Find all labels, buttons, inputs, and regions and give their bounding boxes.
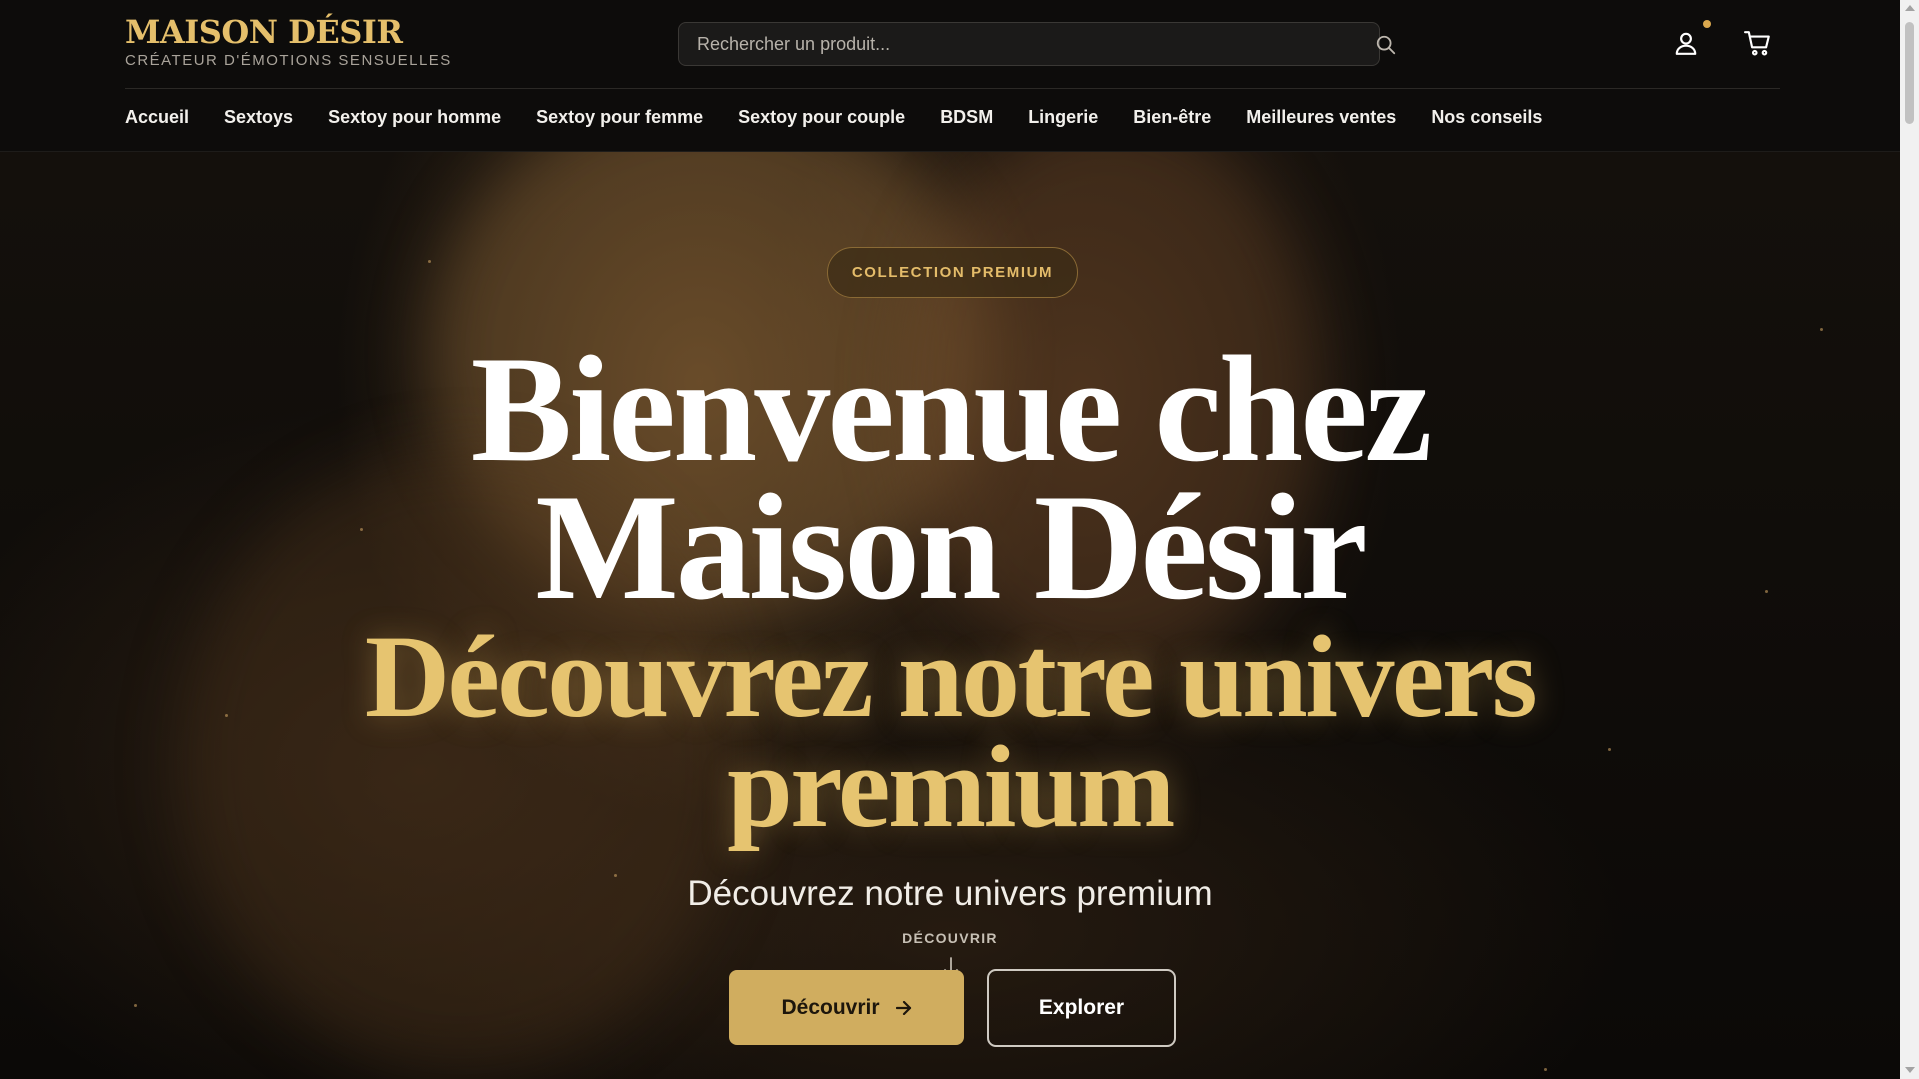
hero-title-line-2: Maison Désir xyxy=(535,463,1367,631)
hero-subtitle-line-1: Découvrez notre univers xyxy=(364,611,1538,742)
hero-section: COLLECTION PREMIUM Bienvenue chez Maison… xyxy=(0,152,1900,1079)
account-notification-dot xyxy=(1703,20,1711,28)
scroll-hint-label[interactable]: DÉCOUVRIR xyxy=(0,930,1900,946)
search-icon[interactable] xyxy=(1375,34,1397,56)
logo[interactable]: MAISON DÉSIR CRÉATEUR D'ÉMOTIONS SENSUEL… xyxy=(125,12,452,70)
hero-title-line-1: Bienvenue chez xyxy=(470,325,1433,493)
nav-item-nos-conseils[interactable]: Nos conseils xyxy=(1431,107,1542,128)
logo-tagline: CRÉATEUR D'ÉMOTIONS SENSUELLES xyxy=(125,52,452,69)
particle xyxy=(1544,1068,1547,1071)
nav-item-sextoy-femme[interactable]: Sextoy pour femme xyxy=(536,107,703,128)
explorer-button[interactable]: Explorer xyxy=(987,969,1176,1047)
hero-subtitle-line-2: premium xyxy=(727,721,1175,852)
search-box xyxy=(678,22,1380,66)
main-nav: Accueil Sextoys Sextoy pour homme Sextoy… xyxy=(125,107,1577,128)
user-icon[interactable] xyxy=(1673,30,1699,56)
particle xyxy=(428,260,431,263)
page-scrollbar[interactable] xyxy=(1900,0,1919,1079)
particle xyxy=(1820,328,1823,331)
nav-item-bdsm[interactable]: BDSM xyxy=(940,107,993,128)
logo-title: MAISON DÉSIR xyxy=(125,13,403,51)
scrollbar-thumb[interactable] xyxy=(1905,22,1914,124)
cart-icon[interactable] xyxy=(1744,30,1772,56)
nav-item-sextoys[interactable]: Sextoys xyxy=(224,107,293,128)
particle xyxy=(134,1004,137,1007)
decouvrir-button-label: Découvrir xyxy=(781,995,880,1019)
hero-tagline: Découvrez notre univers premium xyxy=(687,874,1213,913)
nav-item-sextoy-couple[interactable]: Sextoy pour couple xyxy=(738,107,905,128)
site-header: MAISON DÉSIR CRÉATEUR D'ÉMOTIONS SENSUEL… xyxy=(0,0,1900,152)
decouvrir-button[interactable]: Découvrir xyxy=(729,970,964,1045)
explorer-button-label: Explorer xyxy=(1038,996,1125,1019)
nav-item-accueil[interactable]: Accueil xyxy=(125,107,189,128)
scroll-down-arrow-icon[interactable] xyxy=(1905,1067,1915,1073)
hero-title: Bienvenue chez Maison Désir xyxy=(0,325,1900,631)
nav-item-bien-etre[interactable]: Bien-être xyxy=(1133,107,1211,128)
arrow-right-icon xyxy=(895,1000,911,1015)
nav-item-sextoy-homme[interactable]: Sextoy pour homme xyxy=(328,107,501,128)
nav-item-lingerie[interactable]: Lingerie xyxy=(1028,107,1098,128)
header-top-bar: MAISON DÉSIR CRÉATEUR D'ÉMOTIONS SENSUEL… xyxy=(125,0,1780,89)
collection-badge: COLLECTION PREMIUM xyxy=(827,247,1078,298)
scroll-up-arrow-icon[interactable] xyxy=(1905,5,1915,11)
search-input[interactable] xyxy=(679,23,1379,65)
nav-item-meilleures-ventes[interactable]: Meilleures ventes xyxy=(1246,107,1396,128)
hero-subtitle: Découvrez notre univers premium xyxy=(0,611,1900,852)
